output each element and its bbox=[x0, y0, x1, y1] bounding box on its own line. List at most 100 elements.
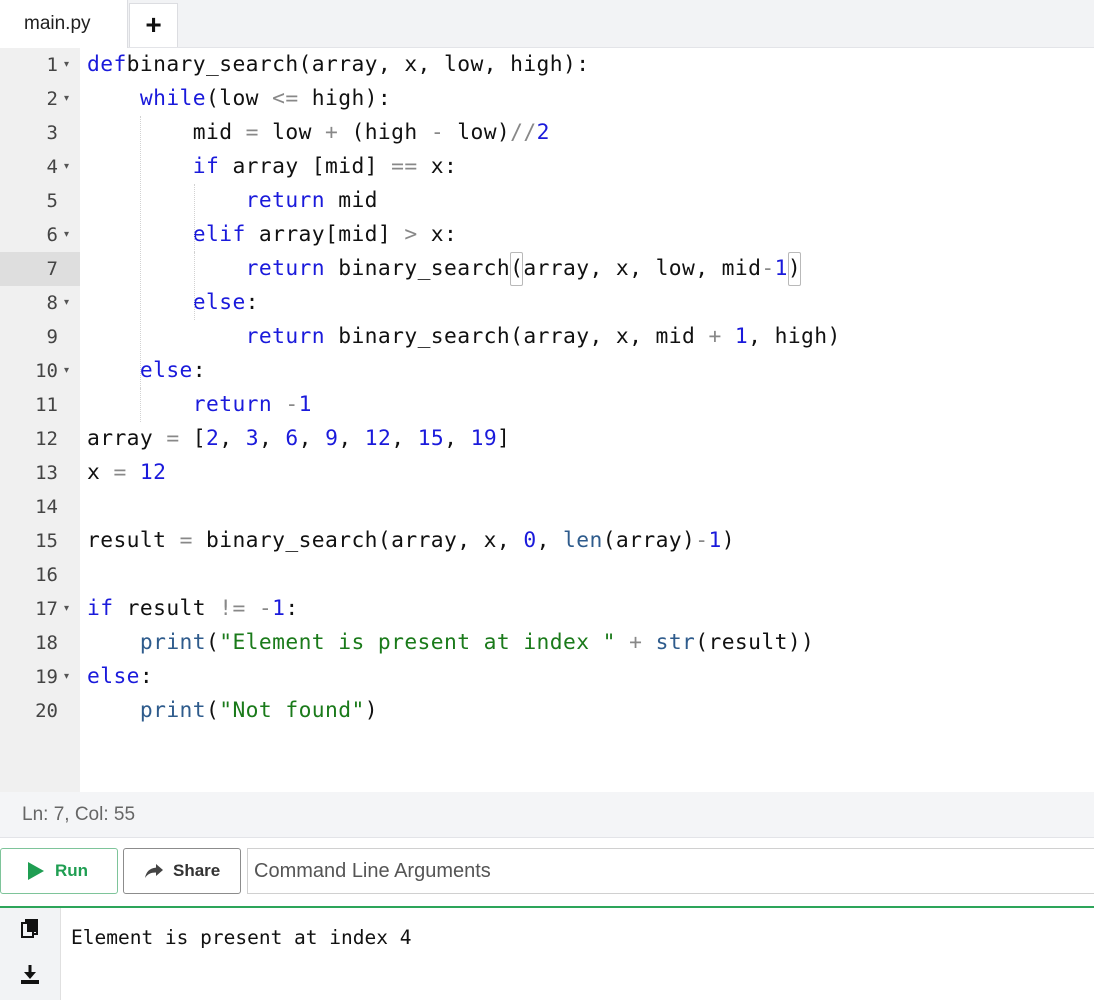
code-line[interactable]: 7 return binary_search(array, x, low, mi… bbox=[0, 252, 1094, 286]
code-token: (high bbox=[338, 120, 431, 145]
code-token: binary_search(array, x, low, high): bbox=[126, 52, 590, 77]
code-line[interactable]: 3 mid = low + (high - low)//2 bbox=[0, 116, 1094, 150]
code-line[interactable]: 20 print("Not found") bbox=[0, 694, 1094, 728]
fold-arrow-icon[interactable]: ▾ bbox=[64, 592, 69, 626]
fold-arrow-icon[interactable]: ▾ bbox=[64, 150, 69, 184]
code-token: ( bbox=[206, 698, 220, 723]
code-line[interactable]: 15 result = binary_search(array, x, 0, le… bbox=[0, 524, 1094, 558]
tab-main-py[interactable]: main.py bbox=[0, 0, 128, 49]
code-token: // bbox=[510, 120, 537, 145]
code-line[interactable]: 2 ▾ while(low <= high): bbox=[0, 82, 1094, 116]
code-editor[interactable]: 1 ▾ defbinary_search(array, x, low, high):… bbox=[0, 48, 1094, 792]
code-line[interactable]: 5 return mid bbox=[0, 184, 1094, 218]
code-text: else: bbox=[87, 660, 153, 694]
code-token: x bbox=[87, 460, 114, 485]
line-number: 15 bbox=[35, 530, 58, 552]
code-token: 0 bbox=[523, 528, 537, 553]
code-line[interactable]: 18 print("Element is present at index " … bbox=[0, 626, 1094, 660]
command-line-arguments-input[interactable] bbox=[247, 848, 1094, 894]
code-token: = bbox=[166, 426, 180, 451]
code-token: = bbox=[179, 528, 193, 553]
code-token: else bbox=[192, 290, 246, 315]
share-button-label: Share bbox=[173, 861, 221, 880]
code-token: + bbox=[629, 630, 643, 655]
fold-arrow-icon[interactable]: ▾ bbox=[64, 48, 69, 82]
code-token: 1 bbox=[298, 392, 312, 417]
code-line[interactable]: 17 ▾ if result != -1: bbox=[0, 592, 1094, 626]
copy-icon[interactable] bbox=[20, 918, 40, 945]
indent-guide bbox=[194, 252, 195, 320]
fold-arrow-icon[interactable]: ▾ bbox=[64, 82, 69, 116]
code-token: + bbox=[708, 324, 722, 349]
code-token: (array) bbox=[602, 528, 696, 553]
line-number: 17 bbox=[35, 598, 58, 620]
line-number: 16 bbox=[35, 564, 58, 586]
code-token: - bbox=[258, 596, 273, 621]
code-token: , bbox=[298, 426, 326, 451]
line-number: 10 bbox=[35, 360, 58, 382]
code-token: "Not found" bbox=[219, 698, 365, 723]
code-token: <= bbox=[272, 86, 299, 111]
code-line[interactable]: 9 return binary_search(array, x, mid + 1… bbox=[0, 320, 1094, 354]
code-line[interactable]: 1 ▾ defbinary_search(array, x, low, high): bbox=[0, 48, 1094, 82]
code-token: x: bbox=[417, 222, 458, 247]
code-line[interactable]: 13 x = 12 bbox=[0, 456, 1094, 490]
code-token: 6 bbox=[285, 426, 299, 451]
line-number: 19 bbox=[35, 666, 58, 688]
line-number: 12 bbox=[35, 428, 58, 450]
code-text: elif array[mid] > x: bbox=[87, 218, 457, 252]
code-token: 2 bbox=[536, 120, 550, 145]
line-number-cell: 4 ▾ bbox=[0, 150, 80, 184]
share-button[interactable]: Share bbox=[123, 848, 241, 894]
code-token: mid bbox=[325, 188, 378, 213]
code-token: high): bbox=[298, 86, 392, 111]
code-token: elif bbox=[192, 222, 246, 247]
code-line[interactable]: 10 ▾ else: bbox=[0, 354, 1094, 388]
code-token: array bbox=[87, 426, 167, 451]
download-icon[interactable] bbox=[20, 964, 40, 991]
code-token: print bbox=[139, 630, 206, 655]
indent-guide bbox=[194, 184, 195, 252]
code-line[interactable]: 19 ▾ else: bbox=[0, 660, 1094, 694]
fold-arrow-icon[interactable]: ▾ bbox=[64, 286, 69, 320]
code-line[interactable]: 8 ▾ else: bbox=[0, 286, 1094, 320]
run-button[interactable]: Run bbox=[0, 848, 118, 894]
code-token: ) bbox=[364, 698, 378, 723]
code-line[interactable]: 16 bbox=[0, 558, 1094, 592]
fold-arrow-icon[interactable]: ▾ bbox=[64, 354, 69, 388]
code-line[interactable]: 4 ▾ if array [mid] == x: bbox=[0, 150, 1094, 184]
fold-arrow-icon[interactable]: ▾ bbox=[64, 660, 69, 694]
code-token: binary_search(array, x, mid bbox=[325, 324, 709, 349]
code-text: if array [mid] == x: bbox=[87, 150, 457, 184]
program-output-text: Element is present at index 4 bbox=[71, 926, 412, 949]
line-number-cell: 13 bbox=[0, 456, 80, 490]
code-token: , bbox=[338, 426, 365, 451]
code-line[interactable]: 6 ▾ elif array[mid] > x: bbox=[0, 218, 1094, 252]
line-number-cell: 8 ▾ bbox=[0, 286, 80, 320]
code-token: ( bbox=[206, 630, 220, 655]
code-token: : bbox=[285, 596, 299, 621]
code-token: > bbox=[404, 222, 418, 247]
code-token: binary_search bbox=[325, 256, 511, 281]
fold-arrow-icon[interactable]: ▾ bbox=[64, 218, 69, 252]
line-number-cell: 12 bbox=[0, 422, 80, 456]
code-token: binary_search(array, x, bbox=[192, 528, 524, 553]
code-token: - bbox=[761, 256, 775, 281]
code-token: : bbox=[139, 664, 154, 689]
line-number-cell: 10 ▾ bbox=[0, 354, 80, 388]
code-text: print("Not found") bbox=[87, 694, 378, 728]
code-line[interactable]: 12 array = [2, 3, 6, 9, 12, 15, 19] bbox=[0, 422, 1094, 456]
add-tab-button[interactable]: + bbox=[129, 3, 178, 47]
code-line[interactable]: 11 return -1 bbox=[0, 388, 1094, 422]
code-token: - bbox=[695, 528, 709, 553]
line-number-cell: 3 bbox=[0, 116, 80, 150]
code-token: , bbox=[219, 426, 246, 451]
line-number-cell: 1 ▾ bbox=[0, 48, 80, 82]
code-line[interactable]: 14 bbox=[0, 490, 1094, 524]
line-number-cell: 16 bbox=[0, 558, 80, 592]
